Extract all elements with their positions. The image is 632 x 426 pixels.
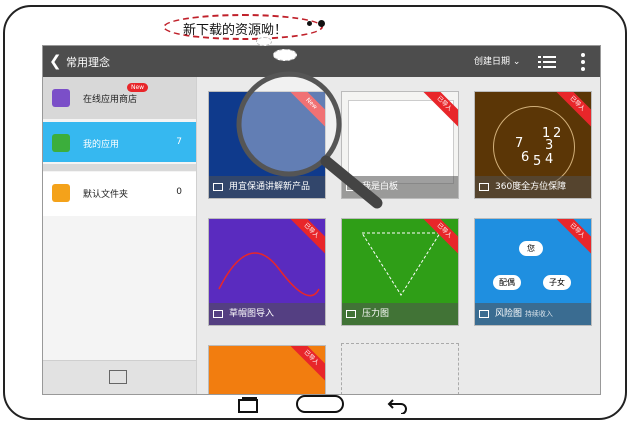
camera-lens (318, 20, 325, 27)
card-title: 360度全方位保障 (495, 182, 567, 192)
camera-dot (307, 21, 312, 26)
card-caption: 风险图 持续收入 (475, 303, 591, 325)
imported-ribbon: 已导入 (552, 219, 591, 256)
tablet-frame: ❮ 常用理念 创建日期 ⌄ 在线应用商店 New 我的应用 7 默认文件夹 0 (3, 5, 627, 420)
chevron-down-icon: ⌄ (512, 57, 521, 67)
card-caption: 压力图 (342, 303, 458, 325)
sidebar-item-label: 在线应用商店 (83, 95, 138, 105)
risk-node: 子女 (543, 275, 571, 290)
sidebar-item-label: 默认文件夹 (83, 190, 129, 200)
sidebar-item-label: 我的应用 (83, 140, 120, 150)
risk-node: 您 (519, 241, 543, 256)
card-number: 4 (545, 152, 554, 167)
thought-dot (256, 37, 272, 46)
card-number: 2 (553, 126, 562, 141)
sort-label: 创建日期 (474, 57, 511, 67)
sidebar-item-my-apps[interactable]: 我的应用 7 (43, 122, 196, 162)
imported-ribbon: 已导入 (286, 346, 325, 383)
card-title: 压力图 (362, 309, 390, 319)
recent-apps-icon[interactable] (237, 397, 259, 413)
thought-dot (273, 49, 297, 61)
sidebar-item-default-folder[interactable]: 默认文件夹 0 (43, 172, 196, 216)
store-icon (52, 89, 70, 107)
callout-text: 新下载的资源呦！ (183, 23, 288, 38)
sidebar-item-store[interactable]: 在线应用商店 New (43, 77, 196, 119)
folder-icon (52, 184, 70, 202)
app-card[interactable]: 您 配偶 子女 已导入 风险图 持续收入 (474, 218, 592, 326)
card-title: 草帽图导入 (229, 309, 275, 319)
sidebar-divider (43, 164, 196, 171)
add-card-placeholder[interactable] (341, 343, 459, 394)
magnifier-icon (236, 71, 383, 209)
card-title: 风险图 (495, 309, 523, 319)
more-menu-icon[interactable] (581, 53, 585, 71)
card-caption: 草帽图导入 (209, 303, 325, 325)
list-view-icon[interactable] (538, 55, 556, 69)
app-card[interactable]: 已导入 草帽图导入 (208, 218, 326, 326)
image-icon (479, 182, 489, 191)
apps-icon (52, 134, 70, 152)
card-caption: 360度全方位保障 (475, 176, 591, 198)
card-number: 6 (521, 150, 530, 165)
page-title: 常用理念 (66, 56, 110, 69)
add-folder-button[interactable] (43, 360, 196, 394)
sidebar-item-count: 0 (176, 187, 182, 197)
risk-node: 配偶 (493, 275, 521, 290)
back-arrow-icon[interactable]: ❮ (49, 52, 62, 70)
callout-bubble: 新下载的资源呦！ (163, 14, 323, 40)
sidebar-item-count: 7 (176, 137, 182, 147)
image-icon (213, 309, 223, 318)
image-icon (479, 309, 489, 318)
back-nav-icon[interactable] (387, 396, 409, 414)
sidebar: 在线应用商店 New 我的应用 7 默认文件夹 0 (43, 77, 197, 394)
new-badge: New (127, 83, 149, 92)
app-card[interactable]: 已导入 (208, 345, 326, 394)
card-number: 7 (515, 136, 524, 151)
card-number: 5 (533, 154, 542, 169)
video-icon (213, 182, 223, 191)
card-number: 3 (545, 138, 554, 153)
add-folder-icon (109, 370, 127, 384)
card-subtitle: 持续收入 (524, 310, 553, 318)
app-card[interactable]: 1 2 3 4 5 6 7 已导入 360度全方位保障 (474, 91, 592, 199)
home-button[interactable] (296, 395, 344, 413)
app-card[interactable]: 已导入 压力图 (341, 218, 459, 326)
sort-dropdown[interactable]: 创建日期 ⌄ (474, 54, 520, 67)
image-icon (346, 309, 356, 318)
